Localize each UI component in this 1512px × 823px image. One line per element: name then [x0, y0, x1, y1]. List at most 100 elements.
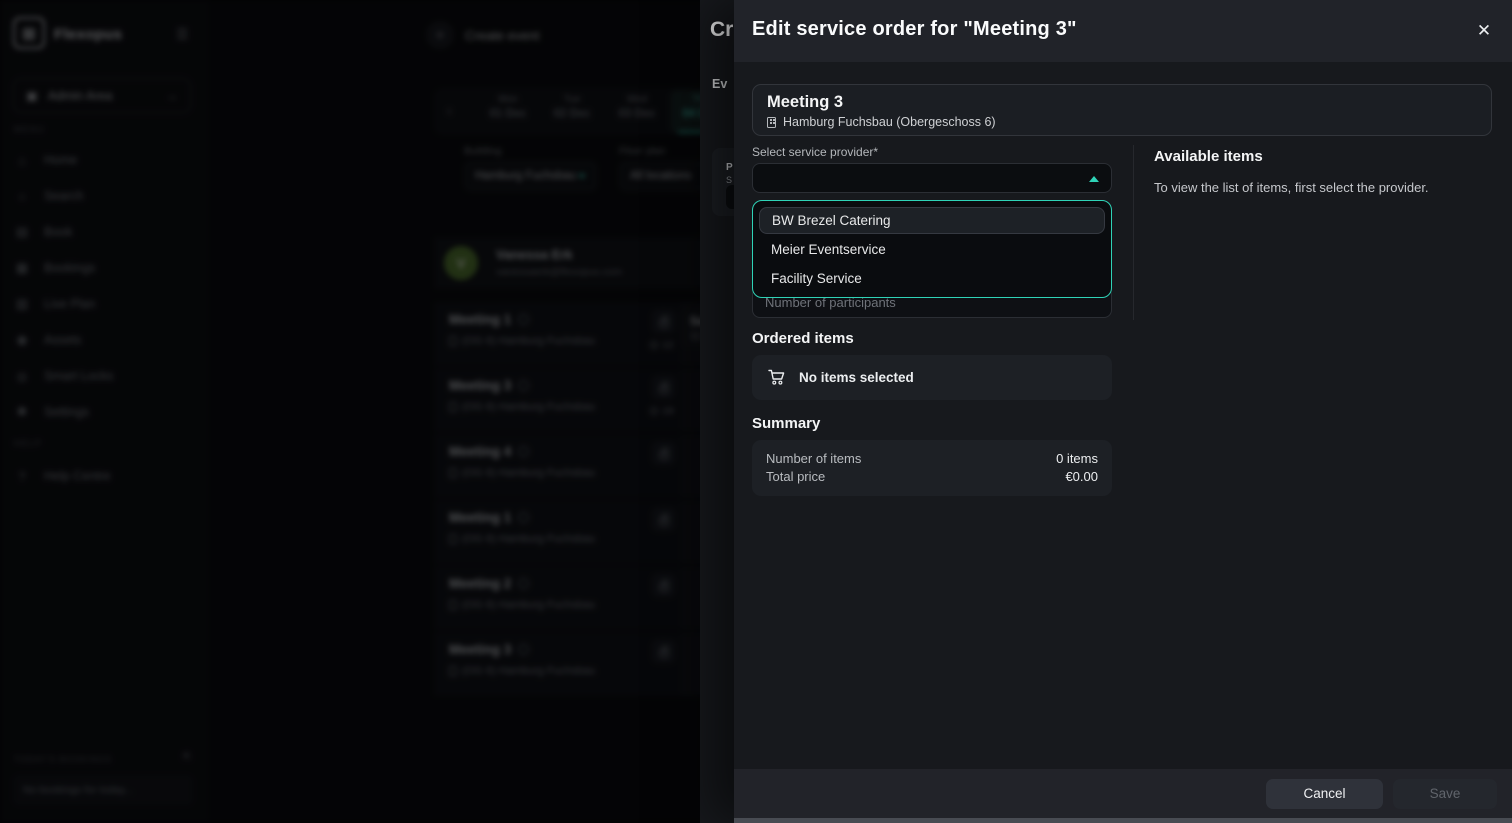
total-price-value: €0.00 — [1065, 468, 1098, 486]
modal-footer: Cancel Save — [734, 769, 1512, 818]
search-icon: ○ — [14, 189, 30, 204]
lock-chip-icon — [652, 442, 675, 465]
modal-title: Edit service order for "Meeting 3" — [752, 18, 1077, 41]
shield-icon: ▣ — [26, 88, 38, 103]
summary-row-price: Total price €0.00 — [766, 468, 1098, 486]
behind-dialog-sub-fragment: Ev — [712, 77, 727, 91]
sidebar-item-book[interactable]: ▤Book — [14, 219, 194, 245]
building-icon — [449, 534, 457, 544]
sidebar: ▦ Flexopus ☰ ▣ Admin Area → MENU ⌂Home ○… — [0, 0, 207, 823]
info-circle-icon — [518, 578, 529, 589]
day-cell-mon[interactable]: Mon01 Dec — [477, 90, 539, 133]
chevron-left-icon[interactable]: ‹ — [447, 102, 452, 118]
items-count-value: 0 items — [1056, 450, 1098, 468]
sidebar-item-label: Live Plan — [44, 297, 95, 311]
no-bookings-note: No bookings for today... — [13, 775, 193, 805]
building-icon — [449, 600, 457, 610]
info-circle-icon — [518, 446, 529, 457]
sidebar-item-label: Bookings — [44, 261, 95, 275]
live-plan-icon: ▧ — [14, 296, 30, 312]
todays-bookings-label: TODAY'S BOOKINGS — [14, 755, 112, 764]
sidebar-item-search[interactable]: ○ Search — [14, 183, 194, 209]
assets-icon: ◉ — [14, 332, 30, 348]
flexopus-logo-icon: ▦ — [13, 17, 45, 49]
sidebar-item-live-plan[interactable]: ▧ Live Plan — [14, 291, 194, 317]
lock-chip-icon — [652, 376, 675, 399]
floorplan-label: Floor plan — [619, 145, 666, 157]
meeting-location: Hamburg Fuchsbau (Obergeschoss 6) — [783, 115, 996, 129]
sidebar-item-label: Search — [44, 189, 84, 203]
info-circle-icon — [518, 512, 529, 523]
building-icon — [767, 117, 776, 128]
provider-option-facility[interactable]: Facility Service — [759, 265, 1105, 292]
sidebar-item-label: Smart Locks — [44, 369, 113, 383]
admin-area-button[interactable]: ▣ Admin Area → — [13, 78, 191, 113]
plus-icon[interactable]: + — [426, 21, 454, 49]
day-cell-tue[interactable]: Tue02 Dec — [541, 90, 603, 133]
expand-icon[interactable]: ⇱ — [183, 752, 191, 763]
ordered-items-empty-card: No items selected — [752, 355, 1112, 400]
screen: ▦ Flexopus ☰ ▣ Admin Area → MENU ⌂Home ○… — [0, 0, 1512, 823]
building-icon — [449, 336, 457, 346]
summary-title: Summary — [752, 415, 820, 432]
app-name: Flexopus — [54, 26, 122, 43]
close-icon[interactable]: ✕ — [1472, 19, 1496, 43]
sidebar-item-assets[interactable]: ◉Assets — [14, 327, 194, 353]
modal-header: Edit service order for "Meeting 3" ✕ — [734, 0, 1512, 62]
ordered-items-title: Ordered items — [752, 330, 854, 347]
lock-chip-icon — [652, 640, 675, 663]
column-divider — [1133, 145, 1134, 320]
provider-option-meier[interactable]: Meier Eventservice — [759, 236, 1105, 263]
summary-row-items: Number of items 0 items — [766, 450, 1098, 468]
sidebar-collapse-icon[interactable]: ☰ — [176, 26, 189, 43]
behind-dialog-title-fragment: Cr — [710, 18, 733, 42]
no-items-text: No items selected — [799, 370, 914, 385]
info-circle-icon — [518, 314, 529, 325]
available-items-title: Available items — [1154, 148, 1263, 165]
help-section-label: HELP — [14, 438, 42, 448]
create-event-button[interactable]: Create event — [465, 28, 539, 43]
lock-icon: ◘ — [14, 369, 30, 384]
bottom-edge-strip — [734, 818, 1512, 823]
lock-chip-icon — [652, 310, 675, 333]
save-button[interactable]: Save — [1393, 779, 1497, 809]
info-circle-icon — [518, 380, 529, 391]
sidebar-item-label: Book — [44, 225, 73, 239]
sidebar-item-bookings[interactable]: ▦ Bookings — [14, 255, 194, 281]
sidebar-item-help-centre[interactable]: ? Help Centre — [14, 463, 194, 489]
sidebar-item-home[interactable]: ⌂Home — [14, 147, 194, 173]
meeting-info-card: Meeting 3 Hamburg Fuchsbau (Obergeschoss… — [752, 84, 1492, 136]
bookings-icon: ▦ — [14, 260, 30, 276]
provider-dropdown: BW Brezel Catering Meier Eventservice Fa… — [752, 200, 1112, 298]
user-name: Vanessa Erk — [496, 247, 573, 262]
cart-icon — [768, 369, 786, 386]
provider-option-bw-brezel[interactable]: BW Brezel Catering — [759, 207, 1105, 234]
admin-area-label: Admin Area — [48, 89, 113, 103]
summary-card: Number of items 0 items Total price €0.0… — [752, 440, 1112, 496]
building-icon — [449, 666, 457, 676]
sidebar-item-label: Help Centre — [44, 469, 111, 483]
meeting-name: Meeting 3 — [767, 93, 1477, 112]
person-icon — [650, 407, 658, 415]
sidebar-item-smart-locks[interactable]: ◘ Smart Locks — [14, 363, 194, 389]
person-icon — [650, 341, 658, 349]
chevron-up-icon — [1089, 176, 1099, 182]
day-cell-wed[interactable]: Wed03 Dec — [606, 90, 668, 133]
arrow-right-icon: → — [166, 89, 179, 103]
building-icon — [449, 468, 457, 478]
sidebar-item-settings[interactable]: ✱Settings — [14, 399, 194, 425]
gear-icon: ✱ — [14, 404, 30, 420]
available-items-hint: To view the list of items, first select … — [1154, 180, 1429, 195]
building-select[interactable]: Hamburg Fuchsbau — [464, 161, 597, 191]
provider-select[interactable] — [752, 163, 1112, 193]
chevron-down-icon — [578, 174, 586, 179]
building-label: Building — [464, 145, 501, 157]
edit-service-order-modal: Edit service order for "Meeting 3" ✕ Mee… — [734, 0, 1512, 823]
provider-label: Select service provider* — [752, 145, 878, 159]
cancel-button[interactable]: Cancel — [1266, 779, 1383, 809]
help-icon: ? — [14, 469, 30, 484]
avatar: V — [444, 246, 478, 280]
info-circle-icon — [518, 644, 529, 655]
home-icon: ⌂ — [14, 153, 30, 168]
plus-glyph: + — [436, 27, 445, 44]
